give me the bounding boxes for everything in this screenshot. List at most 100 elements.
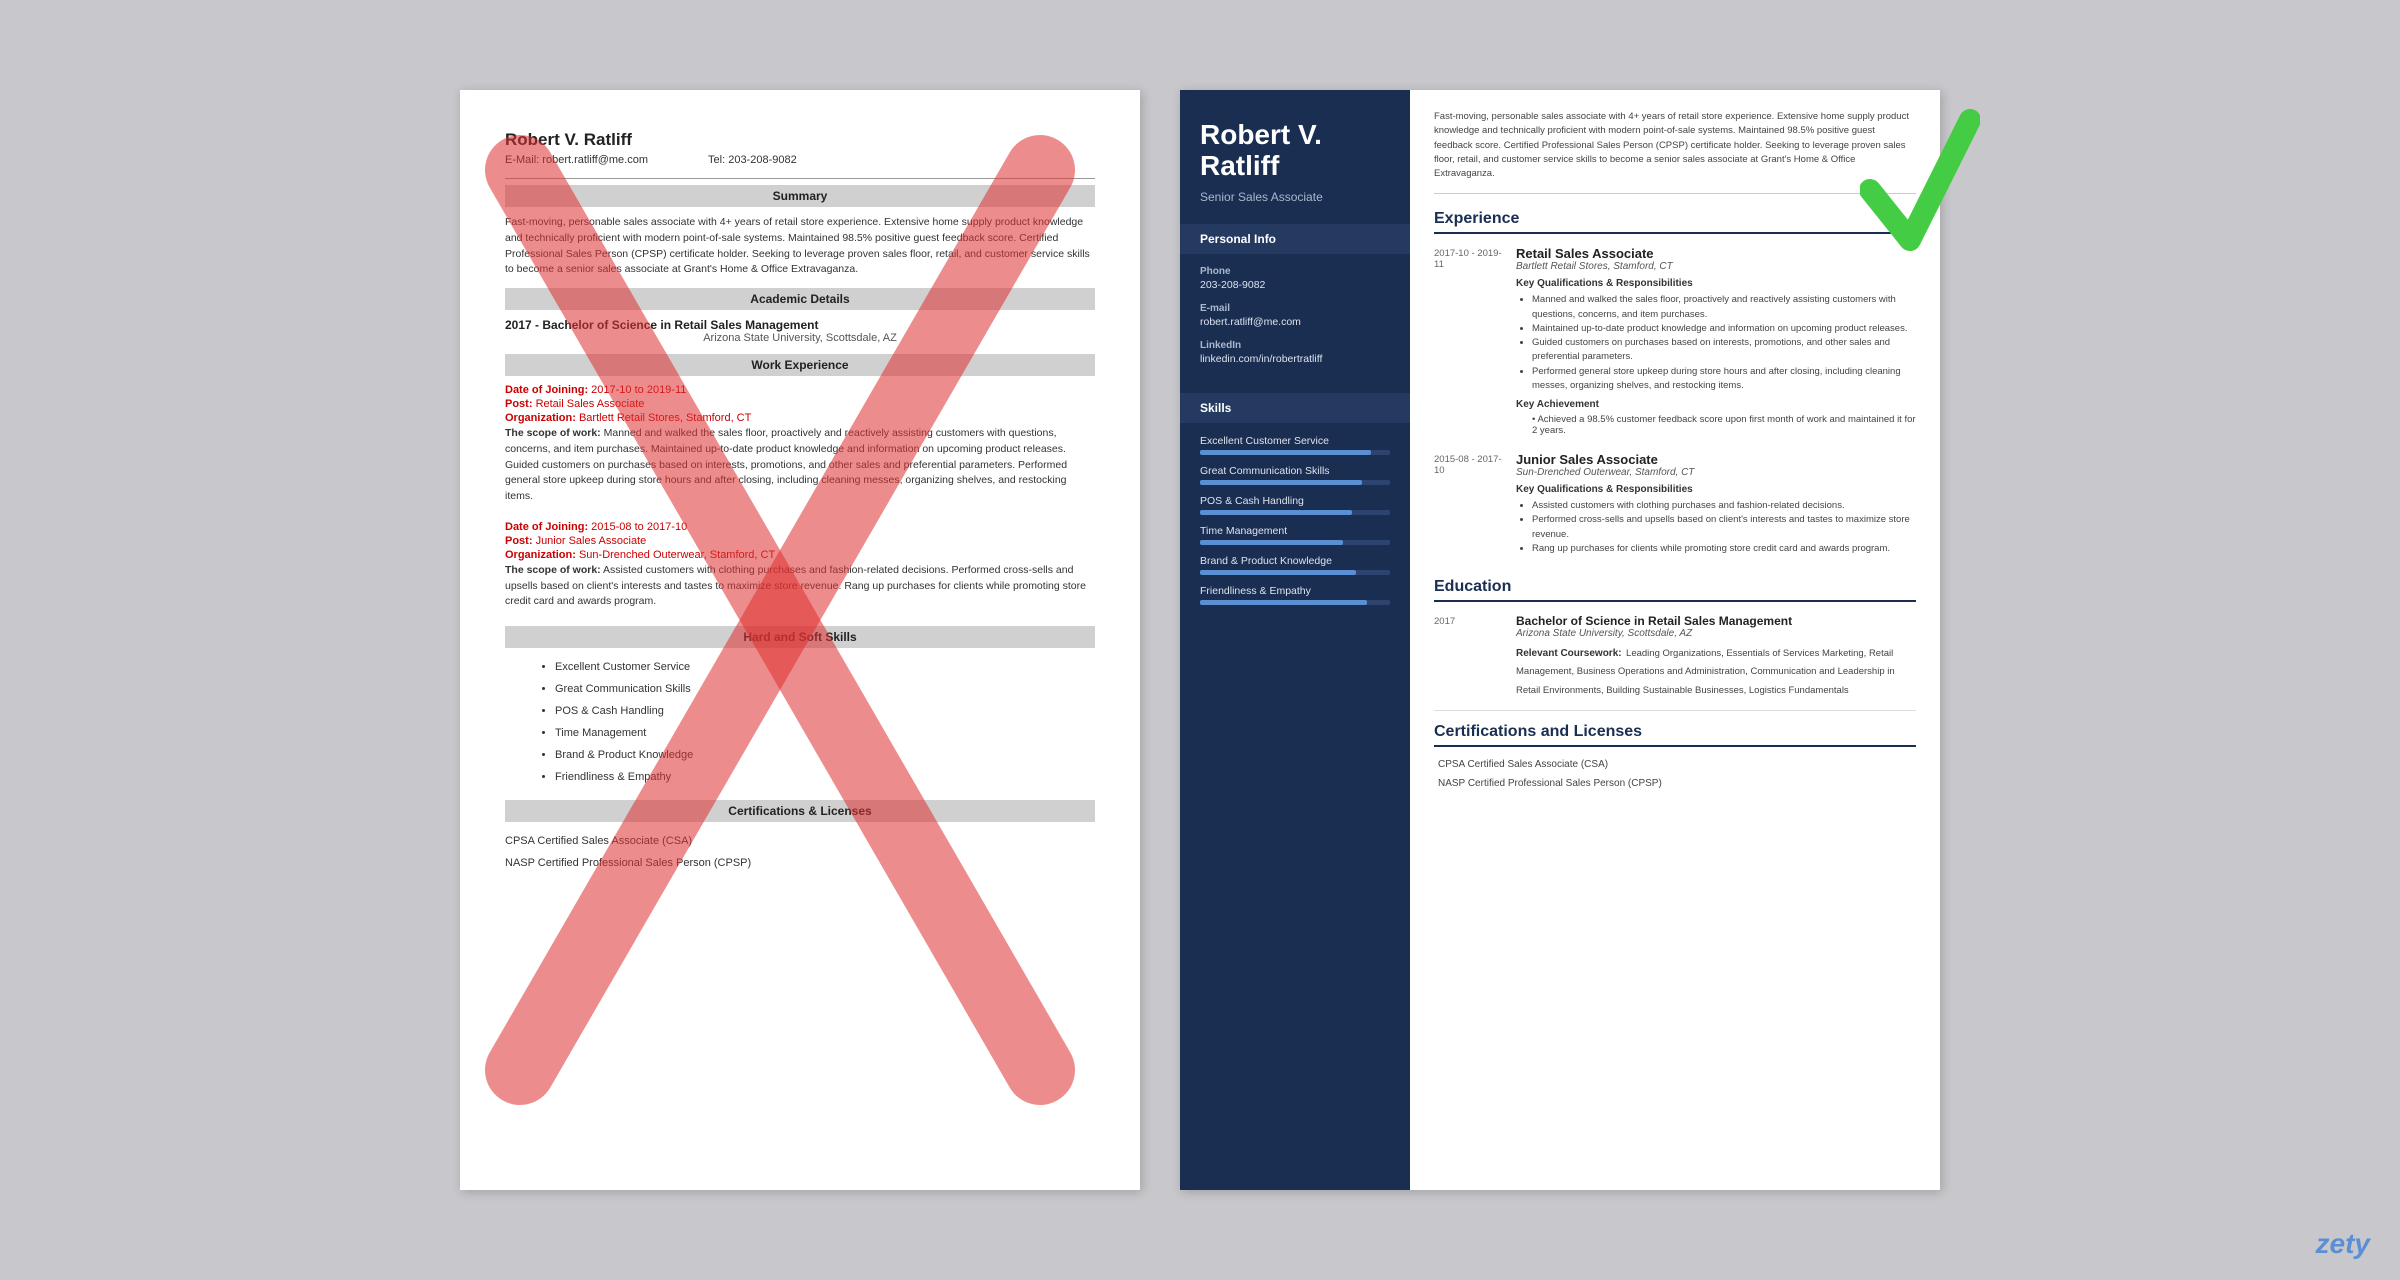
skill-bar-item-2: POS & Cash Handling: [1200, 495, 1390, 515]
phone-value: 203-208-9082: [1200, 279, 1390, 291]
skills-header-left: Hard and Soft Skills: [505, 626, 1095, 648]
exp-bullet-2-0: Assisted customers with clothing purchas…: [1532, 499, 1916, 513]
work-date-2: Date of Joining: 2015-08 to 2017-10: [505, 521, 1095, 533]
skill-bar-item-4: Brand & Product Knowledge: [1200, 555, 1390, 575]
academic-degree: 2017 - Bachelor of Science in Retail Sal…: [505, 318, 1095, 332]
work-scope-1: The scope of work: Manned and walked the…: [505, 426, 1095, 505]
skill-bar-bg-3: [1200, 540, 1390, 545]
linkedin-label: LinkedIn: [1200, 340, 1390, 351]
sidebar-header: Robert V. Ratliff Senior Sales Associate: [1180, 90, 1410, 224]
exp-bullet-1-0: Manned and walked the sales floor, proac…: [1532, 293, 1916, 322]
exp-details-2: Junior Sales Associate Sun-Drenched Oute…: [1516, 452, 1916, 562]
exp-job-title-1: Retail Sales Associate: [1516, 246, 1916, 261]
edu-coursework-label-1: Relevant Coursework:: [1516, 648, 1622, 659]
cert-header-left: Certifications & Licenses: [505, 800, 1095, 822]
exp-company-2: Sun-Drenched Outerwear, Stamford, CT: [1516, 467, 1916, 478]
skill-bar-fill-4: [1200, 570, 1356, 575]
left-email: E-Mail: robert.ratliff@me.com: [505, 154, 648, 166]
exp-bullet-2-2: Rang up purchases for clients while prom…: [1532, 542, 1916, 556]
edu-degree-1: Bachelor of Science in Retail Sales Mana…: [1516, 614, 1916, 628]
skill-name-1: Great Communication Skills: [1200, 465, 1390, 477]
main-content-right: Fast-moving, personable sales associate …: [1410, 90, 1940, 1190]
skill-bar-fill-0: [1200, 450, 1371, 455]
skill-item-6: Friendliness & Empathy: [555, 766, 1095, 788]
email-value: robert.ratliff@me.com: [1200, 316, 1390, 328]
exp-bullets-2: Assisted customers with clothing purchas…: [1516, 499, 1916, 556]
divider1: [505, 178, 1095, 179]
skill-bar-bg-2: [1200, 510, 1390, 515]
summary-header: Summary: [505, 185, 1095, 207]
exp-bullet-1-2: Guided customers on purchases based on i…: [1532, 336, 1916, 365]
sidebar-name: Robert V. Ratliff: [1200, 120, 1390, 182]
skill-bar-item-3: Time Management: [1200, 525, 1390, 545]
exp-bullet-1-1: Maintained up-to-date product knowledge …: [1532, 322, 1916, 336]
exp-company-1: Bartlett Retail Stores, Stamford, CT: [1516, 261, 1916, 272]
exp-date-1: 2017-10 - 2019-11: [1434, 246, 1504, 436]
edu-school-1: Arizona State University, Scottsdale, AZ: [1516, 628, 1916, 639]
work-post-2: Post: Junior Sales Associate: [505, 535, 1095, 547]
skill-name-2: POS & Cash Handling: [1200, 495, 1390, 507]
skill-bar-bg-5: [1200, 600, 1390, 605]
resume-right: Robert V. Ratliff Senior Sales Associate…: [1180, 90, 1940, 1190]
edu-details-1: Bachelor of Science in Retail Sales Mana…: [1516, 614, 1916, 698]
work-exp-header: Work Experience: [505, 354, 1095, 376]
summary-text: Fast-moving, personable sales associate …: [505, 215, 1095, 278]
academic-header: Academic Details: [505, 288, 1095, 310]
skill-name-0: Excellent Customer Service: [1200, 435, 1390, 447]
left-contact: E-Mail: robert.ratliff@me.com Tel: 203-2…: [505, 154, 1095, 166]
exp-achievement-1: Achieved a 98.5% customer feedback score…: [1532, 414, 1916, 436]
academic-details: 2017 - Bachelor of Science in Retail Sal…: [505, 318, 1095, 344]
skill-bar-item-1: Great Communication Skills: [1200, 465, 1390, 485]
exp-bullets-1: Manned and walked the sales floor, proac…: [1516, 293, 1916, 393]
exp-entry-1: 2017-10 - 2019-11 Retail Sales Associate…: [1434, 246, 1916, 436]
skill-bar-item-0: Excellent Customer Service: [1200, 435, 1390, 455]
exp-qualifications-title-1: Key Qualifications & Responsibilities: [1516, 278, 1916, 289]
skill-bar-bg-0: [1200, 450, 1390, 455]
skills-title-right: Skills: [1180, 393, 1410, 423]
skills-section-right: Skills Excellent Customer Service Great …: [1180, 393, 1410, 631]
resume-left: Robert V. Ratliff E-Mail: robert.ratliff…: [460, 90, 1140, 1190]
work-post-1: Post: Retail Sales Associate: [505, 398, 1095, 410]
cert-list-left: CPSA Certified Sales Associate (CSA) NAS…: [505, 830, 1095, 874]
edu-year-1: 2017: [1434, 614, 1504, 698]
skill-item-5: Brand & Product Knowledge: [555, 744, 1095, 766]
personal-info-title: Personal Info: [1180, 224, 1410, 254]
personal-info-content: Phone 203-208-9082 E-mail robert.ratliff…: [1180, 266, 1410, 393]
exp-entry-2: 2015-08 - 2017-10 Junior Sales Associate…: [1434, 452, 1916, 562]
skill-bar-fill-5: [1200, 600, 1367, 605]
cert-item-1: CPSA Certified Sales Associate (CSA): [505, 830, 1095, 852]
summary-right: Fast-moving, personable sales associate …: [1434, 110, 1916, 194]
work-entry-1: Date of Joining: 2017-10 to 2019-11 Post…: [505, 384, 1095, 505]
left-phone: Tel: 203-208-9082: [708, 154, 797, 166]
skill-item-3: POS & Cash Handling: [555, 700, 1095, 722]
main-container: Robert V. Ratliff E-Mail: robert.ratliff…: [420, 50, 1980, 1230]
skill-bar-item-5: Friendliness & Empathy: [1200, 585, 1390, 605]
skill-item-1: Excellent Customer Service: [555, 656, 1095, 678]
exp-bullet-1-3: Performed general store upkeep during st…: [1532, 365, 1916, 394]
work-org-1: Organization: Bartlett Retail Stores, St…: [505, 412, 1095, 424]
zety-watermark: zety: [2316, 1228, 2370, 1260]
exp-date-2: 2015-08 - 2017-10: [1434, 452, 1504, 562]
sidebar-title: Senior Sales Associate: [1200, 190, 1390, 204]
cert-divider: [1434, 710, 1916, 711]
experience-title: Experience: [1434, 210, 1916, 234]
work-entry-2: Date of Joining: 2015-08 to 2017-10 Post…: [505, 521, 1095, 610]
skill-item-4: Time Management: [555, 722, 1095, 744]
skill-bar-bg-4: [1200, 570, 1390, 575]
exp-job-title-2: Junior Sales Associate: [1516, 452, 1916, 467]
skill-name-4: Brand & Product Knowledge: [1200, 555, 1390, 567]
cert-item-2: NASP Certified Professional Sales Person…: [505, 852, 1095, 874]
academic-school: Arizona State University, Scottsdale, AZ: [505, 332, 1095, 344]
skill-name-5: Friendliness & Empathy: [1200, 585, 1390, 597]
exp-qualifications-title-2: Key Qualifications & Responsibilities: [1516, 484, 1916, 495]
left-resume-name: Robert V. Ratliff: [505, 130, 1095, 150]
phone-label: Phone: [1200, 266, 1390, 277]
exp-details-1: Retail Sales Associate Bartlett Retail S…: [1516, 246, 1916, 436]
exp-achievement-title-1: Key Achievement: [1516, 399, 1916, 410]
education-title: Education: [1434, 578, 1916, 602]
skill-bar-fill-2: [1200, 510, 1352, 515]
work-scope-2: The scope of work: Assisted customers wi…: [505, 563, 1095, 610]
skills-list-left: Excellent Customer Service Great Communi…: [505, 656, 1095, 788]
edu-entry-1: 2017 Bachelor of Science in Retail Sales…: [1434, 614, 1916, 698]
skill-bar-fill-3: [1200, 540, 1343, 545]
